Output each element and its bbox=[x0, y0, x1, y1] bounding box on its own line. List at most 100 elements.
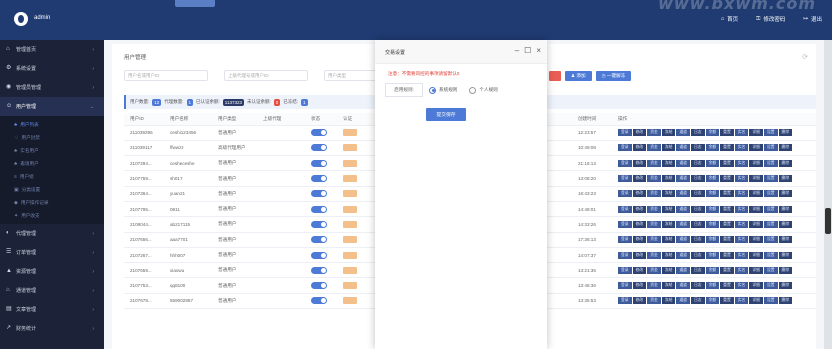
scrollbar-thumb[interactable] bbox=[825, 208, 831, 234]
row-op-button[interactable]: 重置 bbox=[720, 266, 734, 274]
row-op-button[interactable]: 通道 bbox=[676, 190, 690, 198]
status-toggle[interactable] bbox=[311, 175, 327, 183]
row-op-button[interactable]: 修改 bbox=[632, 266, 647, 274]
row-op-button[interactable]: 资金 bbox=[647, 190, 661, 198]
row-op-button[interactable]: 登录 bbox=[618, 205, 632, 213]
vertical-scrollbar[interactable] bbox=[824, 40, 832, 349]
add-button[interactable]: ♟ 添加 bbox=[565, 71, 592, 81]
row-op-button[interactable]: 设置 bbox=[763, 144, 778, 152]
row-op-button[interactable]: 资金 bbox=[647, 159, 661, 167]
row-op-button[interactable]: 通道 bbox=[676, 205, 690, 213]
row-op-button[interactable]: 资金 bbox=[647, 297, 661, 305]
row-op-button[interactable]: 设置 bbox=[763, 236, 778, 244]
status-toggle[interactable] bbox=[311, 190, 327, 198]
row-op-button[interactable]: 实名 bbox=[734, 297, 749, 305]
row-op-button[interactable]: 实名 bbox=[734, 190, 749, 198]
search-username-input[interactable]: 用户名或用户ID bbox=[124, 70, 208, 81]
row-op-button[interactable]: 资金 bbox=[647, 251, 661, 259]
row-op-button[interactable]: 删除 bbox=[778, 236, 793, 244]
row-op-button[interactable]: 重置 bbox=[720, 297, 734, 305]
row-op-button[interactable]: 冻结 bbox=[661, 297, 676, 305]
row-op-button[interactable]: 日志 bbox=[690, 251, 705, 259]
row-op-button[interactable]: 余额 bbox=[705, 144, 720, 152]
system-rule-option[interactable]: 系统规则 bbox=[429, 86, 457, 94]
row-op-button[interactable]: 删除 bbox=[778, 205, 793, 213]
row-op-button[interactable]: 余额 bbox=[705, 129, 720, 137]
sidebar-item-agents[interactable]: ◐ 代理管理 › bbox=[0, 224, 104, 243]
row-op-button[interactable]: 资金 bbox=[647, 266, 661, 274]
top-tab-button[interactable] bbox=[175, 0, 215, 7]
sidebar-item-settings[interactable]: ⚙ 系统设置 › bbox=[0, 59, 104, 78]
row-op-button[interactable]: 设置 bbox=[763, 282, 778, 290]
sidebar-subitem-groups[interactable]: ≡ 用户组 bbox=[0, 170, 104, 183]
row-op-button[interactable]: 登录 bbox=[618, 159, 632, 167]
sidebar-item-dashboard[interactable]: ⌂ 管理首页 › bbox=[0, 40, 104, 59]
status-toggle[interactable] bbox=[311, 236, 327, 244]
row-op-button[interactable]: 重置 bbox=[720, 282, 734, 290]
row-op-button[interactable]: 余额 bbox=[705, 159, 720, 167]
row-op-button[interactable]: 详细 bbox=[749, 266, 763, 274]
row-op-button[interactable]: 登录 bbox=[618, 297, 632, 305]
row-op-button[interactable]: 删除 bbox=[778, 266, 793, 274]
row-op-button[interactable]: 详细 bbox=[749, 205, 763, 213]
row-op-button[interactable]: 登录 bbox=[618, 282, 632, 290]
row-op-button[interactable]: 通道 bbox=[676, 159, 690, 167]
row-op-button[interactable]: 修改 bbox=[632, 144, 647, 152]
row-op-button[interactable]: 设置 bbox=[763, 297, 778, 305]
row-op-button[interactable]: 详细 bbox=[749, 236, 763, 244]
row-op-button[interactable]: 日志 bbox=[690, 175, 705, 183]
row-op-button[interactable]: 修改 bbox=[632, 175, 647, 183]
row-op-button[interactable]: 资金 bbox=[647, 144, 661, 152]
row-op-button[interactable]: 详细 bbox=[749, 144, 763, 152]
sidebar-subitem-user-list[interactable]: ♣ 用户列表 bbox=[0, 118, 104, 131]
row-op-button[interactable]: 余额 bbox=[705, 220, 720, 228]
row-op-button[interactable]: 冻结 bbox=[661, 144, 676, 152]
row-op-button[interactable]: 修改 bbox=[632, 190, 647, 198]
row-op-button[interactable]: 余额 bbox=[705, 205, 720, 213]
sidebar-subitem-logs[interactable]: ◆ 用户操作记录 bbox=[0, 196, 104, 209]
row-op-button[interactable]: 删除 bbox=[778, 175, 793, 183]
row-op-button[interactable]: 通道 bbox=[676, 144, 690, 152]
row-op-button[interactable]: 设置 bbox=[763, 205, 778, 213]
row-op-button[interactable]: 冻结 bbox=[661, 205, 676, 213]
row-op-button[interactable]: 通道 bbox=[676, 297, 690, 305]
row-op-button[interactable]: 通道 bbox=[676, 282, 690, 290]
home-link[interactable]: ⌂ 首页 bbox=[721, 15, 738, 23]
logout-link[interactable]: ↦ 退出 bbox=[803, 15, 822, 23]
sidebar-subitem-verified[interactable]: ♣ 实名用户 bbox=[0, 144, 104, 157]
row-op-button[interactable]: 设置 bbox=[763, 266, 778, 274]
submit-save-button[interactable]: 提交保存 bbox=[426, 108, 466, 121]
row-op-button[interactable]: 删除 bbox=[778, 297, 793, 305]
row-op-button[interactable]: 登录 bbox=[618, 175, 632, 183]
row-op-button[interactable]: 日志 bbox=[690, 159, 705, 167]
row-op-button[interactable]: 实名 bbox=[734, 159, 749, 167]
row-op-button[interactable]: 登录 bbox=[618, 266, 632, 274]
row-op-button[interactable]: 修改 bbox=[632, 220, 647, 228]
delete-button[interactable] bbox=[549, 71, 561, 81]
sidebar-subitem-finance[interactable]: ✦ 用户收支 bbox=[0, 209, 104, 222]
row-op-button[interactable]: 实名 bbox=[734, 175, 749, 183]
row-op-button[interactable]: 资金 bbox=[647, 205, 661, 213]
row-op-button[interactable]: 设置 bbox=[763, 220, 778, 228]
status-toggle[interactable] bbox=[311, 297, 327, 305]
row-op-button[interactable]: 通道 bbox=[676, 129, 690, 137]
row-op-button[interactable]: 详细 bbox=[749, 159, 763, 167]
row-op-button[interactable]: 实名 bbox=[734, 266, 749, 274]
row-op-button[interactable]: 资金 bbox=[647, 282, 661, 290]
row-op-button[interactable]: 日志 bbox=[690, 236, 705, 244]
row-op-button[interactable]: 设置 bbox=[763, 159, 778, 167]
row-op-button[interactable]: 详细 bbox=[749, 129, 763, 137]
row-op-button[interactable]: 删除 bbox=[778, 144, 793, 152]
row-op-button[interactable]: 冻结 bbox=[661, 266, 676, 274]
row-op-button[interactable]: 修改 bbox=[632, 251, 647, 259]
row-op-button[interactable]: 删除 bbox=[778, 129, 793, 137]
row-op-button[interactable]: 重置 bbox=[720, 220, 734, 228]
row-op-button[interactable]: 重置 bbox=[720, 175, 734, 183]
row-op-button[interactable]: 实名 bbox=[734, 129, 749, 137]
row-op-button[interactable]: 通道 bbox=[676, 266, 690, 274]
status-toggle[interactable] bbox=[311, 251, 327, 259]
refresh-icon[interactable]: ⟳ bbox=[802, 53, 808, 61]
maximize-icon[interactable]: ☐ bbox=[524, 46, 531, 55]
row-op-button[interactable]: 实名 bbox=[734, 144, 749, 152]
sidebar-subitem-banned[interactable]: ♢ 用户封禁 bbox=[0, 131, 104, 144]
